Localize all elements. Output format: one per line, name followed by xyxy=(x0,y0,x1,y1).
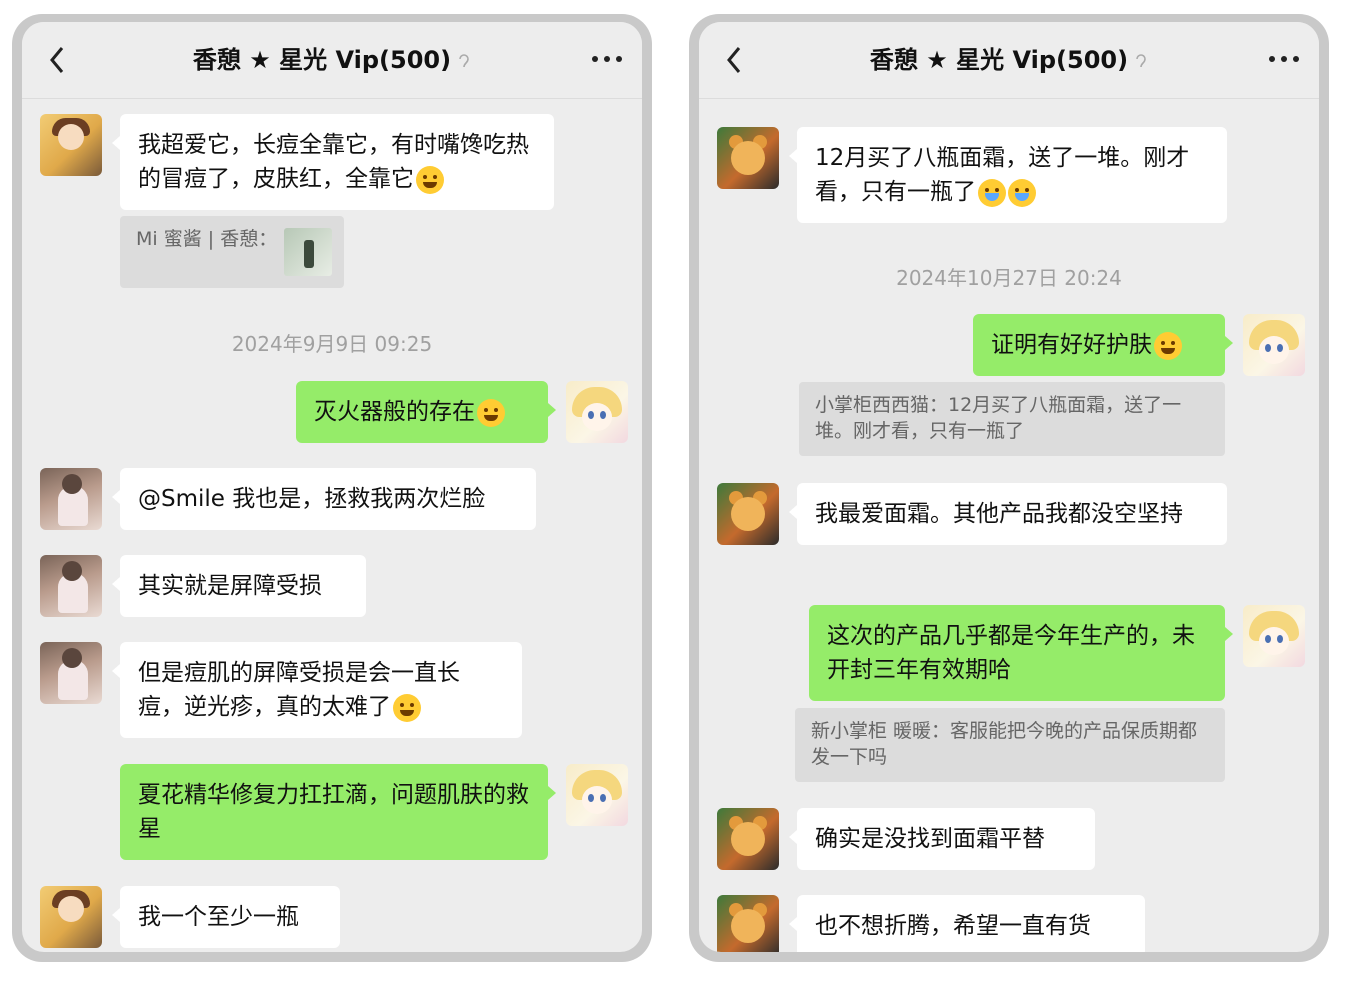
avatar-self[interactable] xyxy=(566,764,628,826)
message-bubble[interactable]: 确实是没找到面霜平替 xyxy=(789,808,1095,870)
avatar[interactable] xyxy=(717,127,779,189)
chat-title: 香憩 ★ 星光 Vip(500) xyxy=(102,40,562,75)
message-text: 我超爱它，长痘全靠它，有时嘴馋吃热的冒痘了，皮肤红，全靠它 xyxy=(138,132,529,192)
avatar[interactable] xyxy=(717,808,779,870)
avatar[interactable] xyxy=(40,555,102,617)
message-bubble[interactable]: 我超爱它，长痘全靠它，有时嘴馋吃热的冒痘了，皮肤红，全靠它 xyxy=(112,114,554,210)
message-bubble[interactable]: 12月买了八瓶面霜，送了一堆。刚才看，只有一瓶了 xyxy=(789,127,1227,223)
quote-text: 新小掌柜 暖暖：客服能把今晚的产品保质期都发一下吗 xyxy=(811,720,1198,768)
quoted-reply[interactable]: Mi 蜜酱 | 香憩： xyxy=(120,216,344,288)
message-bubble[interactable]: 也不想折腾，希望一直有货 xyxy=(789,895,1145,952)
message-text: 其实就是屏障受损 xyxy=(138,573,322,599)
quote-text: Mi 蜜酱 | 香憩： xyxy=(136,228,278,250)
chat-header: 香憩 ★ 星光 Vip(500) xyxy=(699,22,1319,99)
chevron-left-icon[interactable] xyxy=(44,44,72,76)
left-phone-frame: 香憩 ★ 星光 Vip(500) 我超爱它，长痘全靠它，有时嘴馋吃热的冒痘了，皮… xyxy=(12,14,652,962)
message-bubble[interactable]: 灭火器般的存在 xyxy=(296,381,556,443)
chat-title: 香憩 ★ 星光 Vip(500) xyxy=(779,40,1239,75)
earpiece-icon xyxy=(1136,54,1146,68)
message-bubble[interactable]: 我最爱面霜。其他产品我都没空坚持 xyxy=(789,483,1227,545)
message-bubble[interactable]: 夏花精华修复力扛扛滴，问题肌肤的救星 xyxy=(120,764,556,860)
avatar-self[interactable] xyxy=(566,381,628,443)
message-text: @Smile 我也是，拯救我两次烂脸 xyxy=(138,486,486,512)
message-text: 我最爱面霜。其他产品我都没空坚持 xyxy=(815,501,1183,527)
timestamp: 2024年9月9日 09:25 xyxy=(231,332,433,356)
crying-emoji-icon xyxy=(1008,178,1036,207)
quoted-reply[interactable]: 新小掌柜 暖暖：客服能把今晚的产品保质期都发一下吗 xyxy=(795,708,1225,782)
quote-text: 小掌柜西西猫：12月买了八瓶面霜，送了一堆。刚才看，只有一瓶了 xyxy=(815,394,1182,442)
avatar[interactable] xyxy=(40,642,102,704)
avatar-self[interactable] xyxy=(1243,605,1305,667)
message-bubble[interactable]: 我一个至少一瓶 xyxy=(112,886,340,948)
message-bubble[interactable]: 证明有好好护肤 xyxy=(973,314,1233,376)
smile-emoji-icon xyxy=(416,165,444,194)
timestamp: 2024年10月27日 20:24 xyxy=(896,266,1122,290)
message-bubble[interactable]: 这次的产品几乎都是今年生产的，未开封三年有效期哈 xyxy=(809,605,1233,701)
chevron-left-icon[interactable] xyxy=(721,44,749,76)
left-chat-screen: 香憩 ★ 星光 Vip(500) 我超爱它，长痘全靠它，有时嘴馋吃热的冒痘了，皮… xyxy=(22,22,642,952)
message-text: 证明有好好护肤 xyxy=(991,332,1152,358)
message-text: 也不想折腾，希望一直有货 xyxy=(815,913,1091,939)
quoted-reply[interactable]: 小掌柜西西猫：12月买了八瓶面霜，送了一堆。刚才看，只有一瓶了 xyxy=(799,382,1225,456)
message-bubble[interactable]: @Smile 我也是，拯救我两次烂脸 xyxy=(112,468,536,530)
avatar[interactable] xyxy=(717,895,779,952)
chat-title-text: 香憩 ★ 星光 Vip(500) xyxy=(869,46,1129,74)
message-text: 这次的产品几乎都是今年生产的，未开封三年有效期哈 xyxy=(827,623,1195,683)
message-text: 灭火器般的存在 xyxy=(314,399,475,425)
earpiece-icon xyxy=(459,54,469,68)
chat-title-text: 香憩 ★ 星光 Vip(500) xyxy=(192,46,452,74)
grin-emoji-icon xyxy=(477,398,505,427)
message-bubble[interactable]: 其实就是屏障受损 xyxy=(112,555,366,617)
message-text: 我一个至少一瓶 xyxy=(138,904,299,930)
message-text: 确实是没找到面霜平替 xyxy=(815,826,1045,852)
message-bubble[interactable]: 但是痘肌的屏障受损是会一直长痘，逆光疹，真的太难了 xyxy=(112,642,522,738)
more-dots-icon[interactable] xyxy=(592,52,622,66)
crying-emoji-icon xyxy=(978,178,1006,207)
message-text: 夏花精华修复力扛扛滴，问题肌肤的救星 xyxy=(138,782,529,842)
laugh-cry-emoji-icon xyxy=(393,693,421,722)
chat-header: 香憩 ★ 星光 Vip(500) xyxy=(22,22,642,99)
avatar[interactable] xyxy=(717,483,779,545)
product-thumbnail[interactable] xyxy=(284,228,332,276)
right-chat-screen: 香憩 ★ 星光 Vip(500) 12月买了八瓶面霜，送了一堆。刚才看，只有一瓶… xyxy=(699,22,1319,952)
avatar[interactable] xyxy=(40,114,102,176)
grin-emoji-icon xyxy=(1154,331,1182,360)
more-dots-icon[interactable] xyxy=(1269,52,1299,66)
avatar[interactable] xyxy=(40,886,102,948)
avatar-self[interactable] xyxy=(1243,314,1305,376)
avatar[interactable] xyxy=(40,468,102,530)
right-phone-frame: 香憩 ★ 星光 Vip(500) 12月买了八瓶面霜，送了一堆。刚才看，只有一瓶… xyxy=(689,14,1329,962)
